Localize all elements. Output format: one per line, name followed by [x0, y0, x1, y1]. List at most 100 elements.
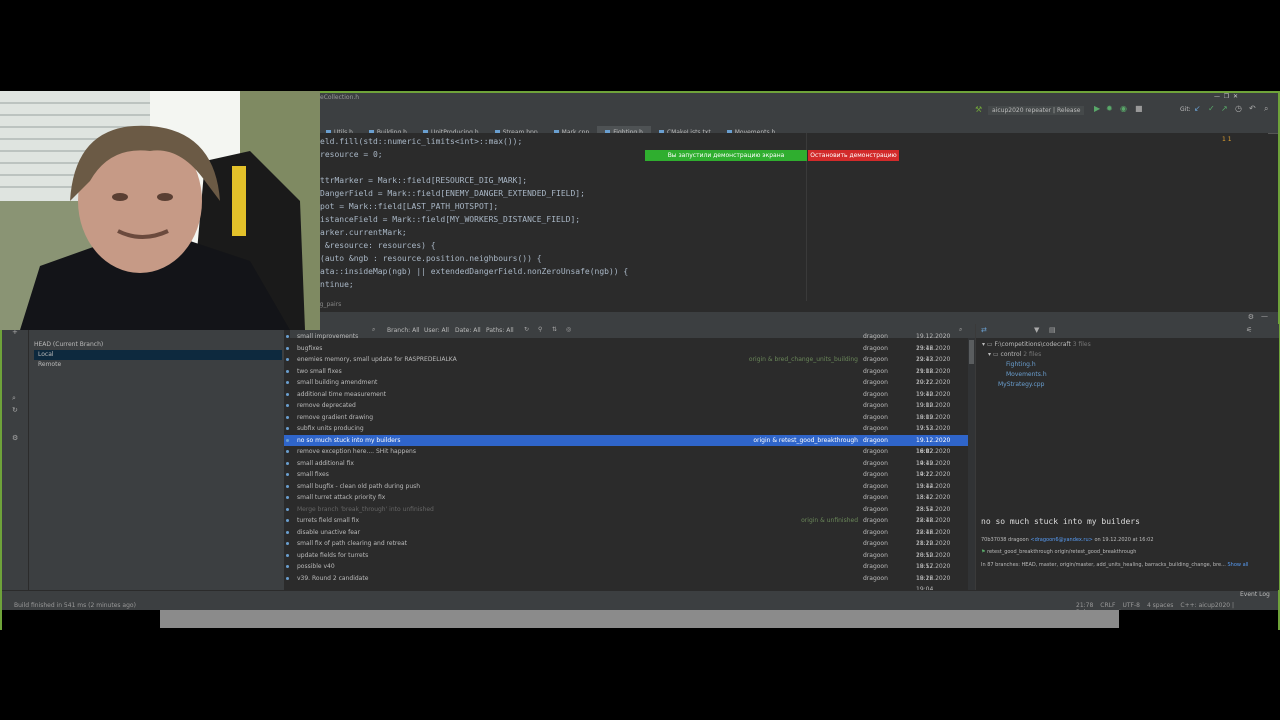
inspection-widget[interactable]: 1 1 [1222, 136, 1232, 143]
code-line[interactable]: istanceField = Mark::field[MY_WORKERS_DI… [320, 215, 580, 224]
breadcrumb[interactable]: ig_pairs [318, 301, 1268, 311]
scrollbar-thumb[interactable] [969, 340, 974, 364]
graph-node-icon [286, 381, 289, 384]
git-commit-icon[interactable]: ✓ [1208, 104, 1215, 113]
commit-row[interactable]: disable unactive fear dragoon 18.12.2020 2… [284, 527, 968, 547]
code-line[interactable]: ttrMarker = Mark::field[RESOURCE_DIG_MAR… [320, 176, 527, 185]
horizontal-scrollbar-thumb[interactable] [160, 610, 1119, 628]
commit-author: dragoon [863, 356, 888, 363]
code-line[interactable]: ntinue; [320, 280, 354, 289]
commit-row[interactable]: turrets field small fix origin & unfinish… [284, 515, 968, 536]
branch-head[interactable]: HEAD (Current Branch) [34, 340, 282, 350]
stop-sharing-button[interactable]: Остановить демонстрацию [808, 150, 899, 161]
commit-row[interactable]: small fixes dragoon 19.12.2020 13:44 [284, 469, 968, 490]
author-email-link[interactable]: <dragoon6@yandex.ru> [1030, 537, 1092, 543]
status-item[interactable]: UTF-8 [1122, 602, 1140, 609]
layout-icon[interactable]: ▤ [1049, 326, 1056, 334]
git-update-icon[interactable]: ↙ [1194, 104, 1201, 113]
options-icon[interactable]: ⚟ [1246, 326, 1252, 334]
filter-icon[interactable]: ▼ [1034, 326, 1039, 334]
commit-author: dragoon [863, 425, 888, 432]
tree-file[interactable]: Fighting.h [1006, 361, 1036, 368]
commit-row[interactable]: subfix units producing dragoon 19.12.2020 … [284, 423, 968, 444]
diff-icon[interactable]: ⇄ [981, 326, 987, 334]
commit-row[interactable]: remove exception here.... SHit happens dr… [284, 446, 968, 467]
status-item[interactable]: 21:78 [1076, 602, 1093, 609]
code-line[interactable]: eld.fill(std::numeric_limits<int>::max()… [320, 137, 522, 146]
git-push-icon[interactable]: ↗ [1221, 104, 1228, 113]
code-line[interactable]: pot = Mark::field[LAST_PATH_HOTSPOT]; [320, 202, 498, 211]
file-title: eCollection.h [320, 94, 360, 101]
commit-row[interactable]: bugfixes dragoon 19.12.2020 22:43 [284, 343, 968, 363]
commit-author: dragoon [863, 333, 888, 340]
commit-author: dragoon [863, 528, 888, 536]
commit-row[interactable]: remove deprecated dragoon 19.12.2020 18:09 [284, 400, 968, 421]
gear-icon[interactable]: ⚙ [1248, 313, 1254, 321]
commit-row[interactable]: small fix of path clearing and retreat dr… [284, 538, 968, 559]
graph-node-icon [286, 461, 289, 465]
revert-icon[interactable]: ↶ [1249, 104, 1256, 113]
commit-message: possible v40 [297, 563, 335, 570]
commit-row[interactable]: small turret attack priority fix dragoon 1… [284, 492, 968, 513]
refresh-icon[interactable]: ↻ [12, 406, 18, 414]
tree-folder[interactable]: ▾ ▭ control 2 files [988, 351, 1041, 358]
show-all-link[interactable]: Show all [1227, 562, 1248, 568]
commit-message: enemies memory, small update for RASPRED… [297, 356, 457, 363]
commit-row[interactable]: two small fixes dragoon 19.12.2020 20:22 [284, 366, 968, 386]
window-controls[interactable]: — ❐ ✕ [1214, 93, 1238, 100]
hammer-icon[interactable]: ⚒ [975, 105, 982, 114]
stop-icon[interactable]: ■ [1135, 104, 1143, 113]
run-icon[interactable]: ▶ [1094, 104, 1100, 113]
debug-icon[interactable]: ✹ [1106, 104, 1113, 113]
code-line[interactable]: (auto &ngb : resource.position.neighbour… [320, 254, 542, 263]
commit-message: small turret attack priority fix [297, 494, 386, 501]
commit-details-pane: ⇄ ▼ ▤ ⚟ ▾ ▭ F:\competitions\codecraft 3 … [975, 324, 1279, 590]
log-scrollbar[interactable] [968, 338, 975, 590]
commit-row[interactable]: small building amendment dragoon 19.12.202… [284, 377, 968, 398]
commit-row[interactable]: possible v40 dragoon 18.12.2020 19:26 [284, 561, 968, 582]
tree-file[interactable]: MyStrategy.cpp [998, 381, 1044, 388]
graph-node-icon [286, 404, 289, 407]
event-log-tab[interactable]: Event Log [1240, 591, 1270, 598]
commit-row[interactable]: additional time measurement dragoon 19.12.… [284, 389, 968, 409]
status-item[interactable]: 4 spaces [1147, 602, 1173, 609]
code-line[interactable]: arker.currentMark; [320, 228, 407, 237]
minimize-icon[interactable]: — [1261, 312, 1268, 320]
code-line[interactable]: &resource: resources) { [320, 241, 436, 250]
search-icon[interactable]: ⌕ [1264, 104, 1268, 114]
branch-remote[interactable]: Remote [34, 360, 282, 370]
code-line[interactable]: ata::insideMap(ngb) || extendedDangerFie… [320, 267, 628, 276]
code-line[interactable]: DangerField = Mark::field[ENEMY_DANGER_E… [320, 189, 585, 198]
commit-row[interactable]: remove gradient drawing dragoon 19.12.2020… [284, 412, 968, 432]
commit-row[interactable]: small improvements dragoon 19.12.2020 23:4… [284, 331, 968, 352]
commit-row[interactable]: small additional fix dragoon 19.12.2020 14… [284, 458, 968, 478]
commit-message: remove gradient drawing [297, 413, 374, 421]
commit-author: dragoon [863, 517, 888, 524]
commit-row[interactable]: enemies memory, small update for RASPRED… [284, 354, 968, 375]
commit-message: no so much stuck into my builders [297, 436, 401, 444]
commit-author: dragoon [863, 448, 888, 455]
code-line[interactable]: resource = 0; [320, 150, 383, 159]
graph-node-icon [286, 473, 289, 476]
commit-row[interactable]: update fields for turrets dragoon 18.12.20… [284, 550, 968, 570]
coverage-icon[interactable]: ◉ [1120, 104, 1127, 113]
commit-row[interactable]: v39. Round 2 candidate dragoon 18.12.2020 … [284, 573, 968, 593]
commit-row[interactable]: Merge branch 'break_through' into unfini… [284, 504, 968, 524]
breadcrumb-item[interactable]: ig_pairs [318, 301, 341, 308]
tree-file[interactable]: Movements.h [1006, 371, 1047, 378]
commit-author: dragoon [863, 367, 888, 375]
commit-branches: ⚑ retest_good_breakthrough origin/retest… [981, 549, 1137, 555]
commit-row[interactable]: no so much stuck into my builders origin … [284, 434, 968, 455]
history-icon[interactable]: ◷ [1235, 104, 1242, 113]
commit-message: bugfixes [297, 344, 323, 352]
commit-author: dragoon [863, 436, 888, 444]
status-item[interactable]: CRLF [1100, 602, 1115, 609]
run-config-select[interactable]: aicup2020 repeater | Release [988, 106, 1085, 115]
search-icon[interactable]: ⌕ [12, 394, 16, 403]
commit-author: dragoon [863, 390, 888, 398]
branch-local[interactable]: Local [34, 350, 282, 360]
graph-node-icon [286, 335, 289, 338]
settings-icon[interactable]: ⚙ [12, 434, 18, 442]
commit-row[interactable]: small bugfix - clean old path during pus… [284, 481, 968, 501]
tree-root[interactable]: ▾ ▭ F:\competitions\codecraft 3 files [982, 341, 1091, 348]
